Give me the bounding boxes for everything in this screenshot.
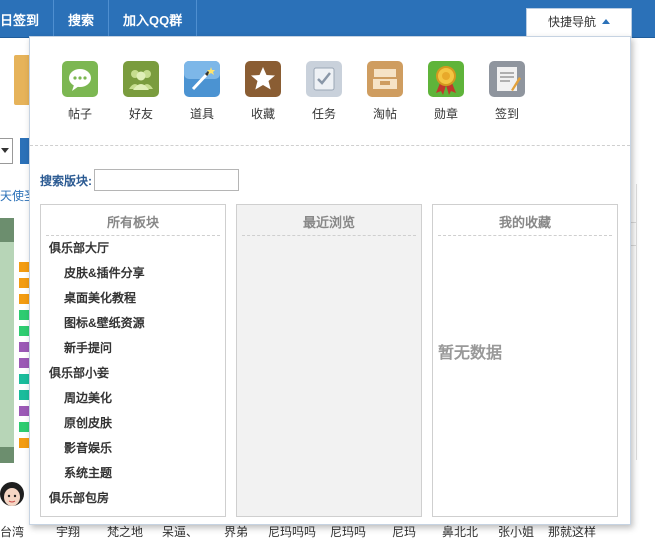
member-name-link[interactable]: 梵之地 [107,523,143,540]
forum-link[interactable]: 皮肤&插件分享 [41,261,225,286]
background-divider [636,184,637,460]
star-icon [243,59,283,99]
rank-badge [19,262,29,272]
member-name-link[interactable]: 尼玛 [392,523,416,540]
forum-link[interactable]: 新手提问 [41,336,225,361]
forum-group-link[interactable]: 俱乐部大厅 [41,236,225,261]
quick-nav-item-label: 淘帖 [372,107,397,121]
quick-nav-item-label: 签到 [494,107,519,121]
quick-nav-item[interactable]: 勋章 [424,59,468,122]
nav-checkin[interactable]: 日签到 [0,0,55,37]
background-clock-image [0,242,14,447]
forum-link[interactable]: 桌面美化教程 [41,286,225,311]
rank-badge [19,294,29,304]
recent-panel: 最近浏览 [236,204,422,517]
all-forums-panel: 所有板块 俱乐部大厅 皮肤&插件分享 桌面美化教程 图标&壁纸资源 新手提问 俱乐部小妾周… [40,204,226,517]
rank-badge [19,438,29,448]
recent-title: 最近浏览 [242,205,416,236]
favorites-panel: 我的收藏 暂无数据 [432,204,618,517]
top-nav: 日签到 搜索 加入QQ群 [0,0,198,37]
quick-nav-item[interactable]: 好友 [119,59,163,122]
member-name-link[interactable]: 界弟 [224,523,248,540]
forum-search-label: 搜索版块: [40,173,92,188]
quick-nav-item[interactable]: 任务 [302,59,346,122]
quick-nav-label: 快捷导航 [547,15,596,29]
quick-nav-item-label: 收藏 [250,107,275,121]
quick-nav-icon-row: 帖子 好友 道具 收藏 任务 淘帖 勋章 签到 [30,37,630,146]
all-forums-title: 所有板块 [46,205,220,236]
tray-icon [365,59,405,99]
speech-bubble-icon [60,59,100,99]
favorites-title: 我的收藏 [438,205,612,236]
forum-link[interactable]: 原创皮肤 [41,411,225,436]
quick-nav-item-label: 帖子 [67,107,92,121]
forum-search-input[interactable] [94,169,239,191]
rank-badge [19,390,29,400]
forum-search-row: 搜索版块: [40,169,239,191]
quick-nav-popup: 帖子 好友 道具 收藏 任务 淘帖 勋章 签到 搜索版块: 所有板块 俱乐部大厅 皮肤&插件分享… [29,36,631,525]
checklist-icon [304,59,344,99]
caret-up-icon [602,19,610,24]
sign-board-icon [487,59,527,99]
quick-nav-item-label: 道具 [189,107,214,121]
rank-badge [19,326,29,336]
quick-nav-item[interactable]: 签到 [485,59,529,122]
member-name-link[interactable]: 台湾 [0,523,24,540]
quick-nav-item[interactable]: 道具 [180,59,224,122]
rank-badge [19,278,29,288]
forum-link[interactable]: 系统主题 [41,461,225,486]
quick-nav-item[interactable]: 帖子 [58,59,102,122]
forum-group-link[interactable]: 俱乐部包房 [41,486,225,511]
member-name-link[interactable]: 鼻北北 [442,523,478,540]
nav-search[interactable]: 搜索 [54,0,110,37]
quick-nav-item[interactable]: 淘帖 [363,59,407,122]
quick-nav-item-label: 好友 [128,107,153,121]
forum-group-link[interactable]: 俱乐部小妾 [41,361,225,386]
member-name-link[interactable]: 那就这样 [548,523,596,540]
forum-link[interactable]: 影音娱乐 [41,436,225,461]
forum-link[interactable]: 周边美化 [41,386,225,411]
forum-list: 俱乐部大厅 皮肤&插件分享 桌面美化教程 图标&壁纸资源 新手提问 俱乐部小妾 周边美化 原创… [41,236,225,511]
background-user-names: 台湾 宇翔 梵之地 呆逼、 界弟 尼玛吗吗 尼玛吗 尼玛 鼻北北 张小姐 那就这样 [0,523,655,541]
friends-icon [121,59,161,99]
quick-nav-tab[interactable]: 快捷导航 [526,8,632,38]
magic-wand-icon [182,59,222,99]
member-name-link[interactable]: 尼玛吗 [330,523,366,540]
avatar[interactable] [0,478,26,510]
quick-nav-item[interactable]: 收藏 [241,59,285,122]
member-name-link[interactable]: 呆逼、 [162,523,198,540]
rank-badge [19,310,29,320]
favorites-empty-text: 暂无数据 [438,345,503,362]
member-name-link[interactable]: 张小姐 [498,523,534,540]
forum-link[interactable]: 图标&壁纸资源 [41,311,225,336]
rank-badge [19,374,29,384]
quick-nav-item-label: 任务 [311,107,336,121]
quick-nav-item-label: 勋章 [433,107,458,121]
rank-badge [19,406,29,416]
rank-badge [19,342,29,352]
rank-badge [19,358,29,368]
medal-icon [426,59,466,99]
rank-badge [19,422,29,432]
member-name-link[interactable]: 宇翔 [56,523,80,540]
nav-join-qq-group[interactable]: 加入QQ群 [109,0,198,37]
member-name-link[interactable]: 尼玛吗吗 [268,523,316,540]
background-select[interactable] [0,138,13,164]
